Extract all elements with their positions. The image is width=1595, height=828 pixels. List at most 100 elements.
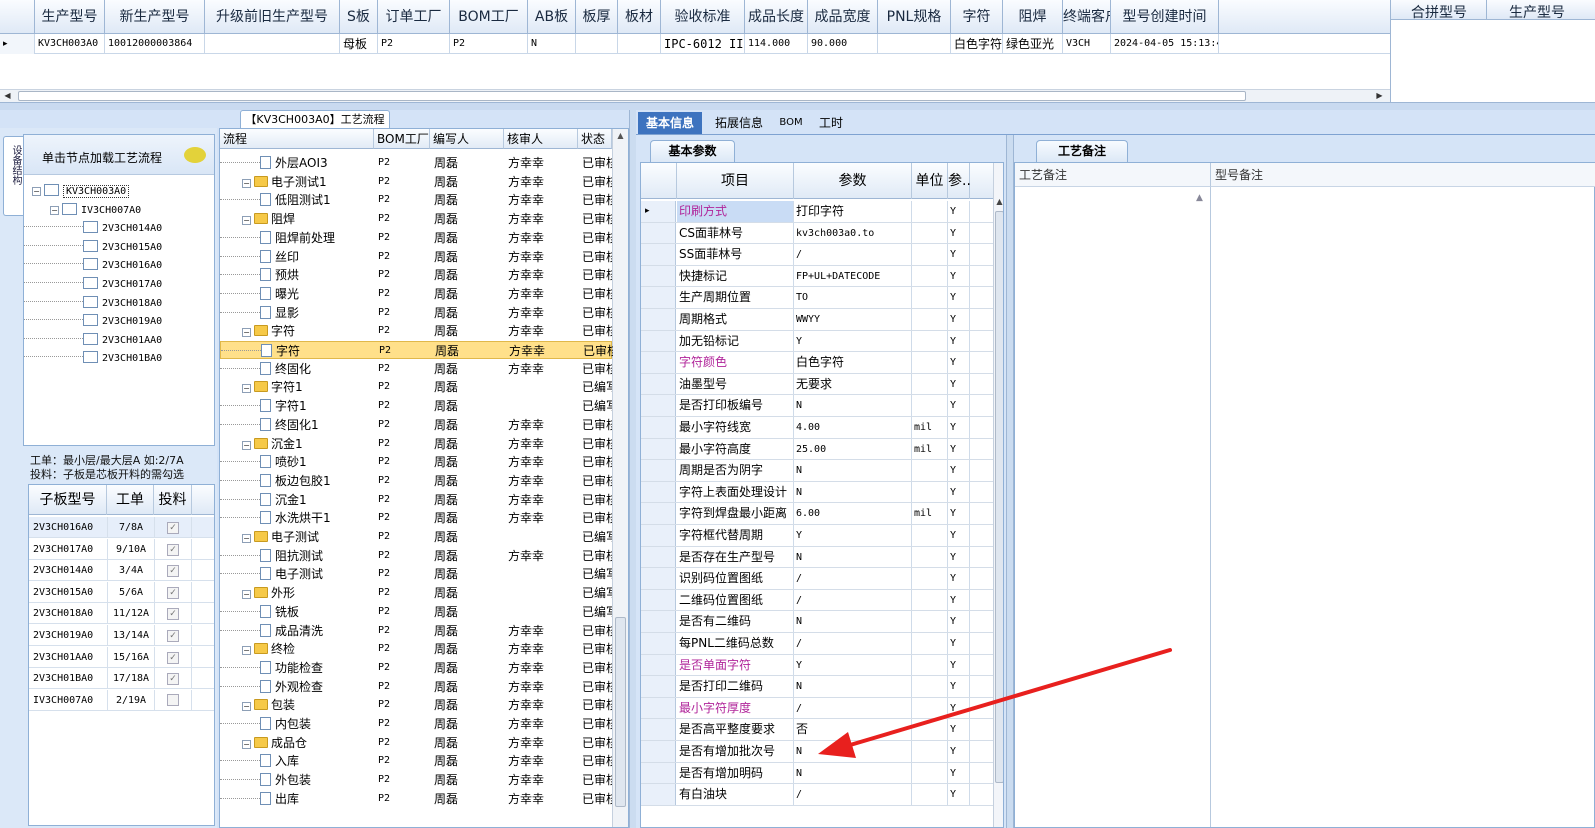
feed-checkbox[interactable]: ✓ — [167, 565, 179, 578]
vertical-tab-structure[interactable]: 设备结构 — [3, 136, 23, 216]
scroll-right-icon[interactable]: ▶ — [1374, 91, 1385, 101]
cell[interactable]: 90.000 — [808, 34, 878, 54]
flow-row[interactable]: 外包装 P2 周磊 方幸幸 已审核 — [220, 771, 612, 789]
param-value[interactable]: 无要求 — [794, 373, 912, 395]
param-row[interactable]: 识别码位置图纸 / Y — [641, 568, 993, 590]
param-row[interactable]: 油墨型号 无要求 Y — [641, 373, 993, 396]
param-column-header[interactable]: 参.. — [948, 163, 971, 199]
param-row[interactable]: SS面菲林号 / Y — [641, 244, 993, 266]
collapse-icon[interactable]: − — [242, 739, 251, 749]
cell[interactable]: IPC-6012 III级 — [661, 34, 745, 54]
cell[interactable]: V3CH — [1063, 34, 1111, 54]
param-row[interactable]: 字符颜色 白色字符 Y — [641, 352, 993, 374]
flow-row[interactable]: 成品清洗 P2 周磊 方幸幸 已审核 — [220, 622, 612, 640]
subgrid-row[interactable]: 2V3CH017A0 9/10A ✓ — [29, 538, 214, 560]
param-value[interactable]: Y — [794, 330, 912, 352]
collapse-icon[interactable]: − — [242, 384, 251, 394]
flow-row[interactable]: 外观检查 P2 周磊 方幸幸 已审核 — [220, 678, 612, 696]
flow-row[interactable]: 外层AOI3 P2 周磊 方幸幸 已审核 — [220, 154, 612, 172]
column-header[interactable]: S板 — [340, 0, 378, 34]
flow-row[interactable]: 入库 P2 周磊 方幸幸 已审核 — [220, 752, 612, 770]
feed-checkbox[interactable]: ✓ — [167, 586, 179, 599]
param-row[interactable]: 快捷标记 FP+UL+DATECODE Y — [641, 265, 993, 288]
flow-row[interactable]: − 沉金1 P2 周磊 方幸幸 已审核 — [220, 435, 612, 453]
subgrid-row[interactable]: 2V3CH014A0 3/4A ✓ — [29, 560, 214, 582]
scroll-thumb[interactable] — [18, 91, 1246, 101]
param-column-header[interactable]: 单位 — [912, 163, 948, 199]
param-value[interactable]: N — [794, 546, 912, 568]
top-grid-scrollbar[interactable]: ◀ ▶ — [0, 89, 1390, 102]
feed-checkbox[interactable]: ✓ — [167, 651, 179, 664]
param-row[interactable]: 二维码位置图纸 / Y — [641, 589, 993, 612]
param-value[interactable]: WWYY — [794, 309, 912, 330]
param-value[interactable]: / — [794, 244, 912, 265]
param-row[interactable]: 是否有二维码 N Y — [641, 611, 993, 633]
collapse-icon[interactable]: − — [242, 590, 251, 600]
collapse-icon[interactable]: − — [242, 328, 251, 338]
collapse-icon[interactable]: − — [242, 702, 251, 712]
param-row[interactable]: CS面菲林号 kv3ch003a0.to Y — [641, 222, 993, 245]
flow-row[interactable]: 板边包胶1 P2 周磊 方幸幸 已审核 — [220, 472, 612, 490]
column-header[interactable]: 验收标准 — [661, 0, 745, 34]
subgrid-column-header[interactable]: 工单 — [107, 485, 154, 515]
flow-row[interactable]: − 外形 P2 周磊 已编写 — [220, 584, 612, 602]
tree-node[interactable]: 2V3CH015A0 — [24, 237, 212, 255]
flow-row[interactable]: 内包装 P2 周磊 方幸幸 已审核 — [220, 715, 612, 733]
flow-row[interactable]: 曝光 P2 周磊 方幸幸 已审核 — [220, 285, 612, 303]
tab-work-hours[interactable]: 工时 — [812, 112, 850, 134]
tab-extended-info[interactable]: 拓展信息 — [706, 112, 772, 134]
flow-column-header[interactable]: 状态 — [578, 129, 612, 149]
tree-node[interactable]: 2V3CH01AA0 — [24, 330, 212, 348]
flow-column-header[interactable]: 编写人 — [430, 129, 504, 149]
flow-row[interactable]: 阻焊前处理 P2 周磊 方幸幸 已审核 — [220, 229, 612, 247]
cell[interactable]: P2 — [378, 34, 450, 54]
param-row[interactable]: 最小字符高度 25.00 mil Y — [641, 438, 993, 461]
cell[interactable]: 绿色亚光 — [1003, 34, 1063, 54]
flow-row[interactable]: − 字符 P2 周磊 方幸幸 已审核 — [220, 322, 612, 340]
flow-row[interactable]: 丝印 P2 周磊 方幸幸 已审核 — [220, 248, 612, 266]
feed-checkbox[interactable] — [167, 693, 179, 706]
subgrid-column-header[interactable]: 子板型号 — [29, 485, 107, 515]
tab-bom[interactable]: BOM — [775, 112, 807, 134]
flow-row[interactable]: − 字符1 P2 周磊 已编写 — [220, 378, 612, 396]
subgrid-row[interactable]: 2V3CH018A0 11/12A ✓ — [29, 603, 214, 625]
flow-row[interactable]: 字符 P2 周磊 方幸幸 已审核 — [220, 341, 613, 359]
cell[interactable]: 白色字符 — [951, 34, 1003, 54]
flow-row[interactable]: 功能检查 P2 周磊 方幸幸 已审核 — [220, 659, 612, 677]
flow-row[interactable]: − 成品仓 P2 周磊 方幸幸 已审核 — [220, 734, 612, 752]
column-header[interactable]: 字符 — [951, 0, 1003, 34]
column-header[interactable]: 终端客户代码 — [1063, 0, 1111, 34]
flow-row[interactable]: 低阻测试1 P2 周磊 方幸幸 已审核 — [220, 191, 612, 209]
vertical-splitter-1[interactable] — [629, 110, 636, 828]
collapse-icon[interactable]: − — [242, 216, 251, 226]
flow-row[interactable]: 出库 P2 周磊 方幸幸 已审核 — [220, 790, 612, 808]
param-value[interactable]: kv3ch003a0.to — [794, 222, 912, 244]
cell[interactable] — [205, 34, 340, 54]
flow-row[interactable]: 字符1 P2 周磊 已编写 — [220, 397, 612, 415]
cell[interactable]: KV3CH003A0 — [35, 34, 105, 54]
cell[interactable]: 114.000 — [745, 34, 808, 54]
cell[interactable] — [576, 34, 618, 54]
column-header[interactable]: 新生产型号 — [105, 0, 205, 34]
param-value[interactable]: TO — [794, 287, 912, 308]
column-header[interactable]: BOM工厂 — [450, 0, 528, 34]
tree-node[interactable]: − IV3CH007A0 — [24, 200, 212, 218]
param-value[interactable]: / — [794, 589, 912, 611]
column-header[interactable]: 生产型号 — [35, 0, 105, 34]
cell[interactable]: 10012000003864 — [105, 34, 205, 54]
param-value[interactable]: / — [794, 568, 912, 589]
param-value[interactable]: N — [794, 611, 912, 632]
column-header[interactable]: 成品长度 — [745, 0, 808, 34]
column-header[interactable]: AB板 — [528, 0, 576, 34]
param-value[interactable]: 打印字符 — [794, 201, 912, 222]
flow-row[interactable]: 阻抗测试 P2 周磊 方幸幸 已审核 — [220, 547, 612, 565]
scroll-up-icon[interactable]: ▲ — [613, 129, 628, 143]
subgrid-column-header[interactable]: 投料 — [154, 485, 192, 515]
param-row[interactable]: 周期是否为阴字 N Y — [641, 460, 993, 482]
scroll-left-icon[interactable]: ◀ — [2, 91, 13, 101]
tree-node[interactable]: 2V3CH016A0 — [24, 255, 212, 273]
column-header[interactable]: 板材 — [618, 0, 661, 34]
collapse-icon[interactable]: − — [242, 646, 251, 656]
param-row[interactable]: 周期格式 WWYY Y — [641, 309, 993, 331]
tab-basic-params[interactable]: 基本参数 — [650, 140, 735, 162]
